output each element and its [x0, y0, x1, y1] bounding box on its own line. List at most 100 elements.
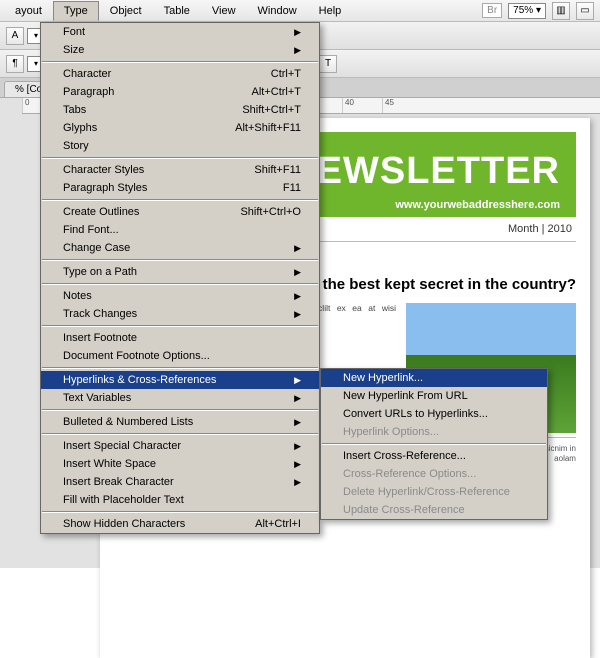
menu-separator	[42, 259, 318, 261]
menu-separator	[42, 367, 318, 369]
submenu-item-delete-hyperlink-cross-reference: Delete Hyperlink/Cross-Reference	[321, 483, 547, 501]
submenu-arrow-icon: ▶	[294, 459, 301, 470]
menu-separator	[42, 157, 318, 159]
submenu-arrow-icon: ▶	[294, 243, 301, 254]
menu-item-notes[interactable]: Notes ▶	[41, 287, 319, 305]
submenu-item-new-hyperlink[interactable]: New Hyperlink...	[321, 369, 547, 387]
submenu-arrow-icon: ▶	[294, 375, 301, 386]
menu-item-insert-footnote[interactable]: Insert Footnote	[41, 329, 319, 347]
menu-separator	[42, 325, 318, 327]
menu-item-shortcut: Shift+Ctrl+O	[240, 206, 301, 218]
menu-item-label: Fill with Placeholder Text	[63, 494, 184, 506]
submenu-arrow-icon: ▶	[294, 291, 301, 302]
menu-item-label: Paragraph	[63, 86, 114, 98]
menubar: ayout Type Object Table View Window Help…	[0, 0, 600, 22]
menu-item-shortcut: Shift+Ctrl+T	[242, 104, 301, 116]
menu-item-find-font[interactable]: Find Font...	[41, 221, 319, 239]
menu-object[interactable]: Object	[99, 1, 153, 21]
submenu-item-label: New Hyperlink...	[343, 372, 423, 384]
view-mode-button[interactable]: ▥	[552, 2, 570, 20]
menu-item-shortcut: Alt+Ctrl+I	[255, 518, 301, 530]
menu-item-create-outlines[interactable]: Create OutlinesShift+Ctrl+O	[41, 203, 319, 221]
menu-window[interactable]: Window	[247, 1, 308, 21]
submenu-item-cross-reference-options: Cross-Reference Options...	[321, 465, 547, 483]
menu-item-tabs[interactable]: Tabs Shift+Ctrl+T	[41, 101, 319, 119]
menu-item-change-case[interactable]: Change Case ▶	[41, 239, 319, 257]
menu-item-label: Insert Break Character	[63, 476, 174, 488]
menu-item-label: Font	[63, 26, 85, 38]
submenu-item-hyperlink-options: Hyperlink Options...	[321, 423, 547, 441]
submenu-arrow-icon: ▶	[294, 309, 301, 320]
menu-layout[interactable]: ayout	[4, 1, 53, 21]
bridge-button[interactable]: Br	[482, 3, 502, 18]
submenu-item-label: Cross-Reference Options...	[343, 468, 476, 480]
menu-item-shortcut: Shift+F11	[254, 164, 301, 176]
menu-item-bulleted-numbered-lists[interactable]: Bulleted & Numbered Lists ▶	[41, 413, 319, 431]
menu-item-label: Size	[63, 44, 84, 56]
zoom-value: 75%	[513, 5, 533, 16]
menu-item-insert-white-space[interactable]: Insert White Space ▶	[41, 455, 319, 473]
submenu-item-label: Delete Hyperlink/Cross-Reference	[343, 486, 510, 498]
menu-item-fill-with-placeholder-text[interactable]: Fill with Placeholder Text	[41, 491, 319, 509]
menu-item-label: Change Case	[63, 242, 130, 254]
screen-mode-button[interactable]: ▭	[576, 2, 594, 20]
menu-item-character[interactable]: Character Ctrl+T	[41, 65, 319, 83]
menu-table[interactable]: Table	[153, 1, 201, 21]
submenu-item-new-hyperlink-from-url[interactable]: New Hyperlink From URL	[321, 387, 547, 405]
menu-item-label: Insert White Space	[63, 458, 156, 470]
menu-separator	[42, 409, 318, 411]
submenu-arrow-icon: ▶	[294, 45, 301, 56]
menu-item-type-on-a-path[interactable]: Type on a Path ▶	[41, 263, 319, 281]
menu-item-label: Notes	[63, 290, 92, 302]
menu-help[interactable]: Help	[308, 1, 353, 21]
hyperlinks-submenu: New Hyperlink... New Hyperlink From URL Co…	[320, 368, 548, 520]
menu-item-paragraph[interactable]: Paragraph Alt+Ctrl+T	[41, 83, 319, 101]
zoom-field[interactable]: 75% ▾	[508, 3, 546, 19]
menu-separator	[42, 61, 318, 63]
menu-item-paragraph-styles[interactable]: Paragraph StylesF11	[41, 179, 319, 197]
menu-item-font[interactable]: Font ▶	[41, 23, 319, 41]
para-panel-icon[interactable]: ¶	[6, 55, 24, 73]
menu-item-shortcut: F11	[283, 182, 301, 194]
submenu-arrow-icon: ▶	[294, 441, 301, 452]
menu-item-label: Character	[63, 68, 111, 80]
submenu-item-label: Convert URLs to Hyperlinks...	[343, 408, 488, 420]
char-panel-icon[interactable]: A	[6, 27, 24, 45]
submenu-arrow-icon: ▶	[294, 417, 301, 428]
menu-item-document-footnote-options[interactable]: Document Footnote Options...	[41, 347, 319, 365]
menu-item-shortcut: Ctrl+T	[271, 68, 301, 80]
menu-item-insert-break-character[interactable]: Insert Break Character▶	[41, 473, 319, 491]
submenu-item-label: Hyperlink Options...	[343, 426, 439, 438]
type-menu-dropdown: Font ▶ Size ▶ Character Ctrl+T Paragraph Alt+Ct…	[40, 22, 320, 534]
menu-separator	[322, 443, 546, 445]
menu-view[interactable]: View	[201, 1, 247, 21]
menu-item-label: Insert Footnote	[63, 332, 137, 344]
menu-item-label: Bulleted & Numbered Lists	[63, 416, 193, 428]
menu-item-glyphs[interactable]: GlyphsAlt+Shift+F11	[41, 119, 319, 137]
menu-item-size[interactable]: Size ▶	[41, 41, 319, 59]
menu-type[interactable]: Type	[53, 1, 99, 21]
submenu-arrow-icon: ▶	[294, 393, 301, 404]
menu-item-label: Find Font...	[63, 224, 119, 236]
submenu-item-label: Insert Cross-Reference...	[343, 450, 466, 462]
submenu-item-label: Update Cross-Reference	[343, 504, 465, 516]
menu-item-show-hidden-characters[interactable]: Show Hidden Characters Alt+Ctrl+I	[41, 515, 319, 533]
menu-item-label: Type on a Path	[63, 266, 137, 278]
menu-item-label: Insert Special Character	[63, 440, 181, 452]
menu-item-label: Tabs	[63, 104, 86, 116]
submenu-arrow-icon: ▶	[294, 27, 301, 38]
menu-item-character-styles[interactable]: Character StylesShift+F11	[41, 161, 319, 179]
menu-item-track-changes[interactable]: Track Changes▶	[41, 305, 319, 323]
menu-item-shortcut: Alt+Ctrl+T	[251, 86, 301, 98]
submenu-arrow-icon: ▶	[294, 267, 301, 278]
menu-item-story[interactable]: Story	[41, 137, 319, 155]
menu-separator	[42, 199, 318, 201]
menu-item-label: Show Hidden Characters	[63, 518, 185, 530]
menu-item-shortcut: Alt+Shift+F11	[235, 122, 301, 134]
language-button[interactable]: T	[319, 55, 337, 73]
menu-item-insert-special-character[interactable]: Insert Special Character ▶	[41, 437, 319, 455]
submenu-item-convert-urls-to-hyperlinks[interactable]: Convert URLs to Hyperlinks...	[321, 405, 547, 423]
submenu-item-insert-cross-reference[interactable]: Insert Cross-Reference...	[321, 447, 547, 465]
menu-item-text-variables[interactable]: Text Variables▶	[41, 389, 319, 407]
menu-item-hyperlinks-cross-references[interactable]: Hyperlinks & Cross-References▶	[41, 371, 319, 389]
